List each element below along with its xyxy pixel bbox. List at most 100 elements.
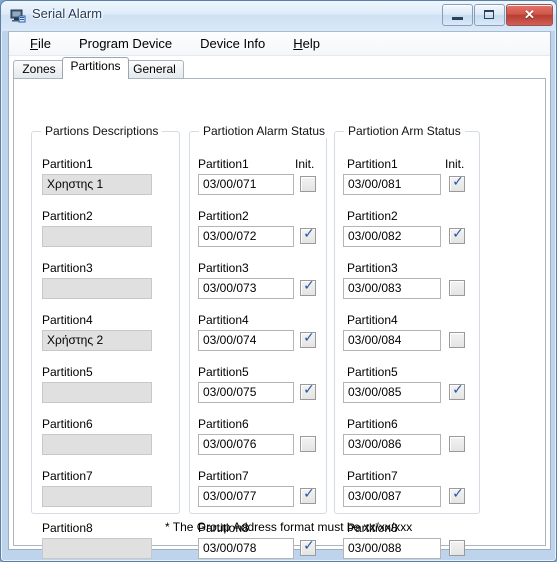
client-area: File Program Device Device Info Help Zon…	[8, 31, 551, 559]
desc-field-4[interactable]: Χρήστης 2	[42, 330, 152, 351]
desc-field-7[interactable]	[42, 486, 152, 507]
tab-general-label: General	[133, 62, 176, 76]
arm-init-checkbox-1[interactable]: ✓	[449, 174, 465, 192]
alarm-field-4[interactable]: 03/00/074	[198, 330, 294, 351]
group-partiotion-alarm-status: Partiotion Alarm Status Init. Partition1…	[189, 124, 330, 559]
check-icon: ✓	[303, 486, 315, 502]
tab-zones-label: Zones	[22, 62, 56, 76]
arm-field-3[interactable]: 03/00/083	[343, 278, 441, 299]
alarm-init-checkbox-4[interactable]: ✓	[300, 330, 316, 348]
alarm-label-2: Partition2	[198, 209, 249, 223]
arm-label-7: Partition7	[347, 469, 398, 483]
arm-field-6[interactable]: 03/00/086	[343, 434, 441, 455]
group-partiotion-arm-status-title: Partiotion Arm Status	[344, 124, 465, 138]
window-controls: ✕	[441, 4, 553, 26]
desc-field-8[interactable]	[42, 538, 152, 559]
tab-partitions[interactable]: Partitions	[62, 57, 129, 79]
tab-partitions-label: Partitions	[70, 59, 121, 73]
maximize-button[interactable]	[474, 4, 505, 26]
arm-init-checkbox-4[interactable]	[449, 332, 465, 348]
arm-label-3: Partition3	[347, 261, 398, 275]
menu-program-device[interactable]: Program Device	[70, 34, 181, 53]
alarm-label-3: Partition3	[198, 261, 249, 275]
desc-field-1[interactable]: Χρηστης 1	[42, 174, 152, 195]
check-icon: ✓	[452, 174, 464, 190]
alarm-init-checkbox-7[interactable]: ✓	[300, 486, 316, 504]
check-icon: ✓	[452, 486, 464, 502]
group-partiotion-arm-status: Partiotion Arm Status Init. Partition1 0…	[334, 124, 480, 559]
alarm-label-4: Partition4	[198, 313, 249, 327]
desc-field-5[interactable]	[42, 382, 152, 403]
desc-label-6: Partition6	[42, 417, 93, 431]
alarm-init-checkbox-8[interactable]: ✓	[300, 538, 316, 556]
title-bar[interactable]: Serial Alarm ✕	[1, 1, 556, 31]
check-icon: ✓	[303, 330, 315, 346]
check-icon: ✓	[452, 382, 464, 398]
tab-zones[interactable]: Zones	[13, 60, 65, 79]
desc-label-8: Partition8	[42, 521, 93, 535]
desc-field-3[interactable]	[42, 278, 152, 299]
group-partion-descriptions: Partions Descriptions Partition1 Χρηστης…	[31, 124, 180, 559]
arm-field-8[interactable]: 03/00/088	[343, 538, 441, 559]
tab-strip: Zones Partitions General	[13, 57, 546, 79]
check-icon: ✓	[303, 226, 315, 242]
group-address-format-note: * The Group Address format must be xx/xx…	[165, 520, 413, 534]
alarm-field-2[interactable]: 03/00/072	[198, 226, 294, 247]
alarm-init-checkbox-1[interactable]	[300, 176, 316, 192]
arm-init-checkbox-6[interactable]	[449, 436, 465, 452]
alarm-field-1[interactable]: 03/00/071	[198, 174, 294, 195]
menu-file[interactable]: File	[21, 34, 60, 53]
arm-init-checkbox-7[interactable]: ✓	[449, 486, 465, 504]
menu-bar: File Program Device Device Info Help	[9, 32, 550, 56]
group-partion-descriptions-title: Partions Descriptions	[41, 124, 163, 138]
tab-page-partitions: Partions Descriptions Partition1 Χρηστης…	[13, 78, 546, 559]
arm-field-4[interactable]: 03/00/084	[343, 330, 441, 351]
alarm-init-checkbox-5[interactable]: ✓	[300, 382, 316, 400]
minimize-icon	[452, 17, 463, 20]
application-window: Serial Alarm ✕ File Program Device Devic…	[0, 0, 557, 562]
alarm-init-checkbox-3[interactable]: ✓	[300, 278, 316, 296]
arm-label-2: Partition2	[347, 209, 398, 223]
maximize-icon	[484, 10, 494, 19]
alarm-init-checkbox-2[interactable]: ✓	[300, 226, 316, 244]
menu-help[interactable]: Help	[284, 34, 329, 53]
arm-field-5[interactable]: 03/00/085	[343, 382, 441, 403]
arm-init-checkbox-8[interactable]	[449, 540, 465, 556]
desc-label-3: Partition3	[42, 261, 93, 275]
tab-general[interactable]: General	[125, 60, 184, 79]
desc-field-2[interactable]	[42, 226, 152, 247]
desc-label-2: Partition2	[42, 209, 93, 223]
arm-field-7[interactable]: 03/00/087	[343, 486, 441, 507]
arm-field-1[interactable]: 03/00/081	[343, 174, 441, 195]
check-icon: ✓	[303, 382, 315, 398]
desc-field-6[interactable]	[42, 434, 152, 455]
arm-field-2[interactable]: 03/00/082	[343, 226, 441, 247]
alarm-field-7[interactable]: 03/00/077	[198, 486, 294, 507]
check-icon: ✓	[303, 278, 315, 294]
minimize-button[interactable]	[442, 4, 473, 26]
alarm-init-checkbox-6[interactable]	[300, 436, 316, 452]
alarm-field-8[interactable]: 03/00/078	[198, 538, 294, 559]
check-icon: ✓	[303, 538, 315, 554]
app-form-icon	[10, 9, 26, 23]
arm-label-1: Partition1	[347, 157, 398, 171]
alarm-label-6: Partition6	[198, 417, 249, 431]
arm-label-6: Partition6	[347, 417, 398, 431]
desc-label-1: Partition1	[42, 157, 93, 171]
window-title: Serial Alarm	[32, 6, 103, 21]
menu-device-info[interactable]: Device Info	[191, 34, 274, 53]
close-button[interactable]: ✕	[506, 4, 553, 26]
arm-init-checkbox-5[interactable]: ✓	[449, 382, 465, 400]
alarm-field-3[interactable]: 03/00/073	[198, 278, 294, 299]
arm-init-header: Init.	[445, 157, 465, 171]
arm-init-checkbox-3[interactable]	[449, 280, 465, 296]
check-icon: ✓	[452, 226, 464, 242]
alarm-field-5[interactable]: 03/00/075	[198, 382, 294, 403]
alarm-field-6[interactable]: 03/00/076	[198, 434, 294, 455]
arm-label-5: Partition5	[347, 365, 398, 379]
alarm-label-1: Partition1	[198, 157, 249, 171]
alarm-init-header: Init.	[295, 157, 315, 171]
group-partiotion-alarm-status-title: Partiotion Alarm Status	[199, 124, 330, 138]
arm-label-4: Partition4	[347, 313, 398, 327]
arm-init-checkbox-2[interactable]: ✓	[449, 226, 465, 244]
